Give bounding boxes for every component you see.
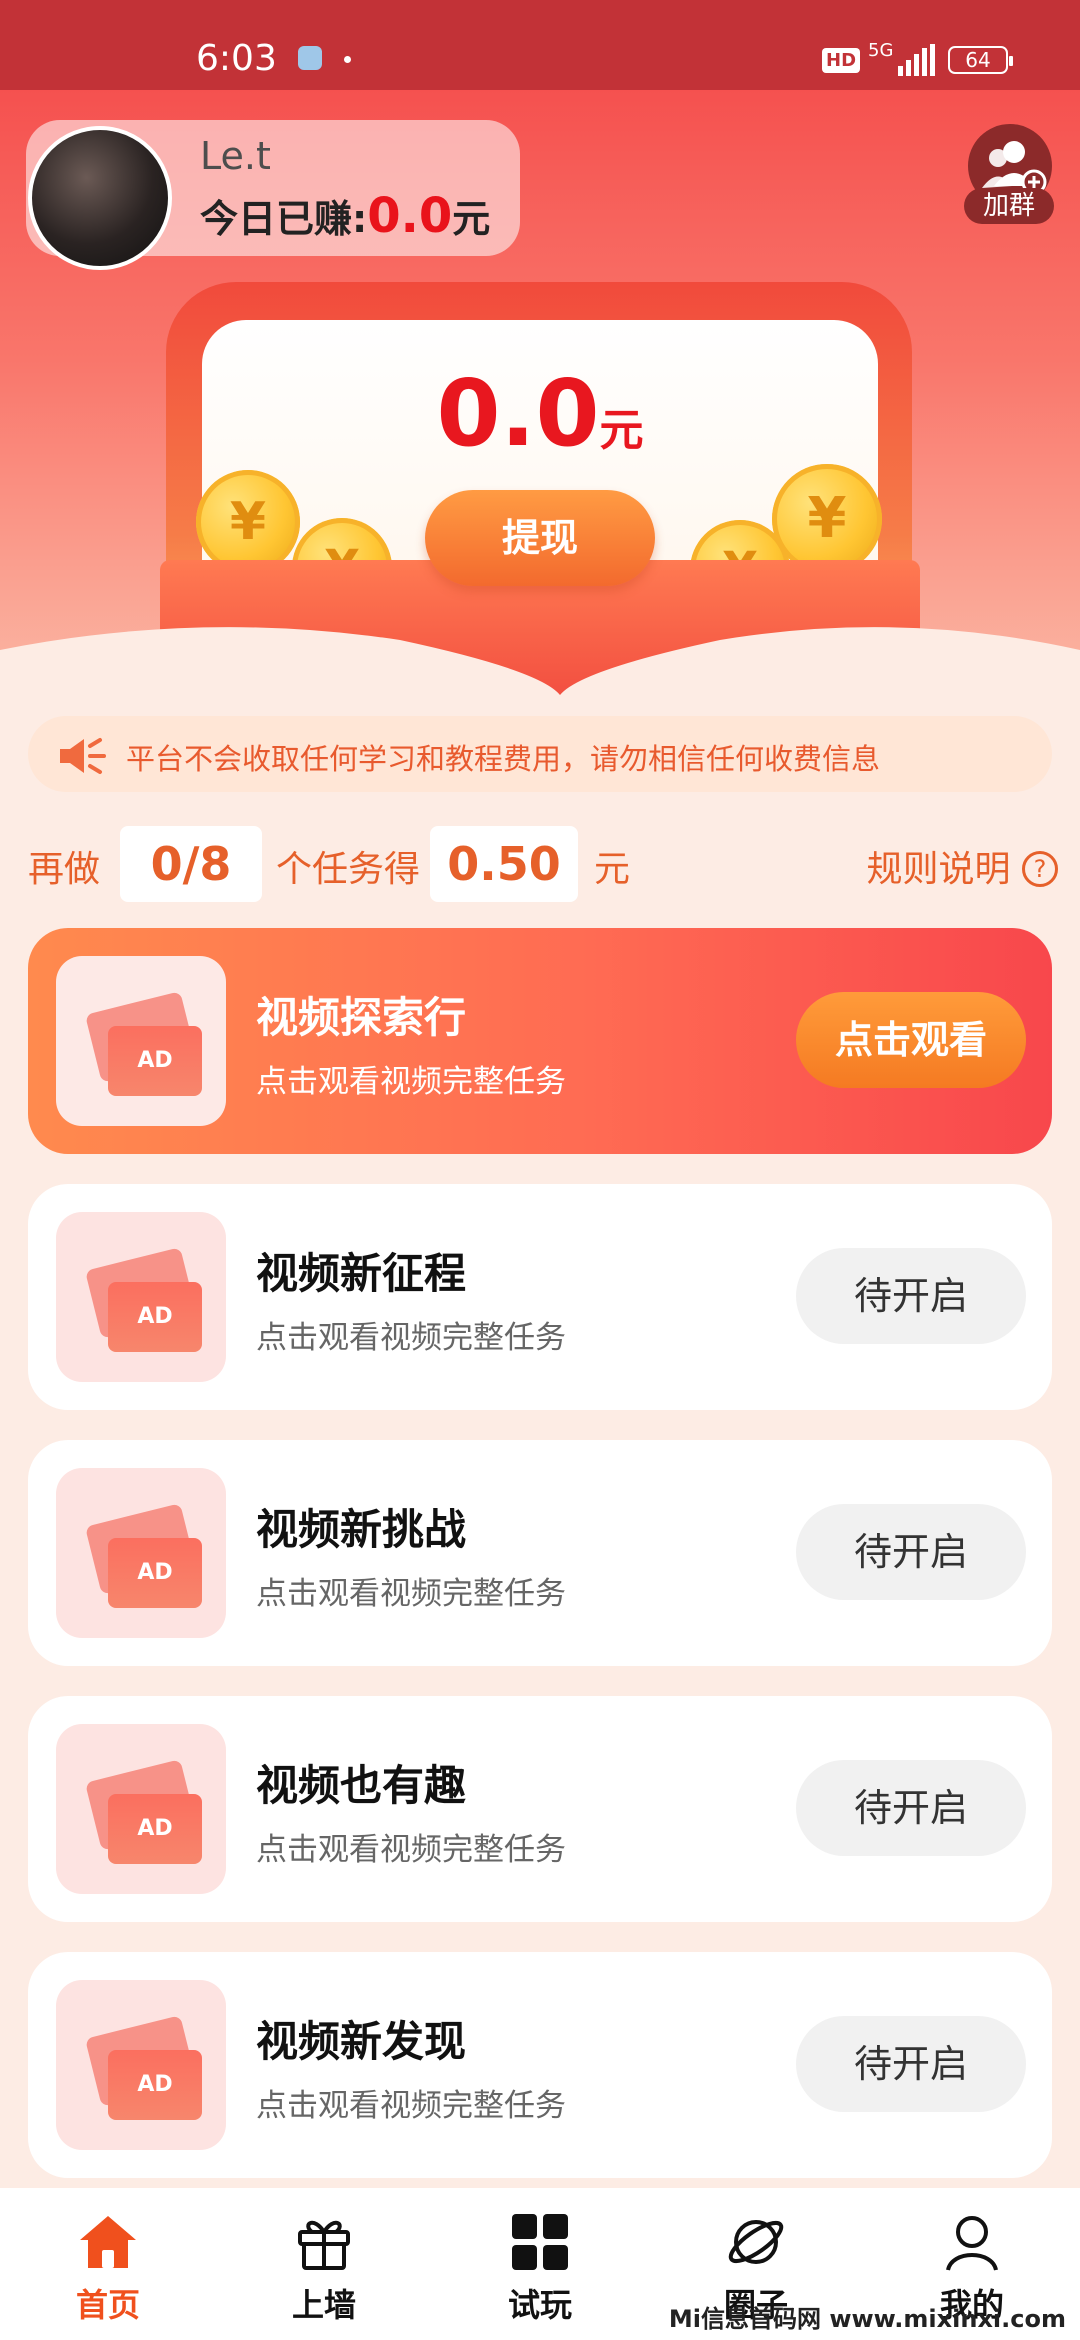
- battery-icon: 64: [948, 46, 1013, 74]
- task-card[interactable]: AD 视频新发现 点击观看视频完整任务 待开启: [28, 1952, 1052, 2178]
- balance-amount: 0.0元: [0, 360, 1080, 467]
- progress-middle: 个任务得: [276, 849, 421, 890]
- tab-label: 试玩: [507, 2286, 572, 2324]
- balance-value: 0.0: [436, 360, 600, 467]
- tab-label: 首页: [75, 2286, 140, 2324]
- task-subtitle: 点击观看视频完整任务: [256, 1832, 566, 1868]
- tab-trial[interactable]: 试玩: [432, 2188, 648, 2340]
- ad-icon: AD: [108, 1794, 202, 1864]
- notification-dot-icon: [344, 56, 351, 63]
- tab-label: 上墙: [291, 2286, 356, 2324]
- join-group-button[interactable]: 加群: [964, 124, 1054, 228]
- task-progress-row: 再做 0/8 个任务得 0.50 元 规则说明 ?: [28, 826, 1058, 902]
- rules-label: 规则说明: [866, 849, 1011, 890]
- task-card[interactable]: AD 视频也有趣 点击观看视频完整任务 待开启: [28, 1696, 1052, 1922]
- task-title: 视频新征程: [256, 1249, 467, 1298]
- ad-thumbnail: AD: [56, 1980, 226, 2150]
- pending-button[interactable]: 待开启: [796, 1248, 1026, 1344]
- network-type: 5G: [868, 40, 894, 61]
- ad-icon: AD: [108, 1538, 202, 1608]
- help-icon: ?: [1022, 851, 1058, 887]
- pending-button[interactable]: 待开启: [796, 1760, 1026, 1856]
- task-card[interactable]: AD 视频探索行 点击观看视频完整任务 点击观看: [28, 928, 1052, 1154]
- notice-text: 平台不会收取任何学习和教程费用，请勿相信任何收费信息: [126, 742, 881, 776]
- ad-icon: AD: [108, 1282, 202, 1352]
- bottom-tab-bar: 首页 上墙 试玩 圈子 我的 Mi信息首码网 www.mixinxi.com: [0, 2188, 1080, 2340]
- tab-home[interactable]: 首页: [0, 2188, 216, 2340]
- progress-reward: 0.50: [430, 826, 578, 902]
- avatar[interactable]: [28, 126, 172, 270]
- today-earned-amount: 0.0: [367, 188, 453, 244]
- username: Le.t: [200, 134, 271, 178]
- task-title: 视频也有趣: [256, 1761, 467, 1810]
- today-earned-label: 今日已赚:: [200, 197, 368, 241]
- home-icon: [78, 2212, 138, 2272]
- ad-thumbnail: AD: [56, 1212, 226, 1382]
- ad-thumbnail: AD: [56, 956, 226, 1126]
- task-card[interactable]: AD 视频新征程 点击观看视频完整任务 待开启: [28, 1184, 1052, 1410]
- pending-button[interactable]: 待开启: [796, 1504, 1026, 1600]
- watch-button[interactable]: 点击观看: [796, 992, 1026, 1088]
- progress-unit: 元: [594, 849, 631, 890]
- ad-icon: AD: [108, 2050, 202, 2120]
- balance-unit: 元: [599, 405, 644, 456]
- ad-icon: AD: [108, 1026, 202, 1096]
- task-card[interactable]: AD 视频新挑战 点击观看视频完整任务 待开启: [28, 1440, 1052, 1666]
- ad-thumbnail: AD: [56, 1468, 226, 1638]
- task-title: 视频探索行: [256, 993, 467, 1042]
- task-title: 视频新挑战: [256, 1505, 467, 1554]
- progress-prefix: 再做: [28, 849, 101, 890]
- status-bar: 6:03 HD 5G 64: [0, 0, 1080, 90]
- coin-icon: ¥: [196, 470, 300, 574]
- today-earned-unit: 元: [452, 197, 491, 241]
- progress-count: 0/8: [120, 826, 262, 902]
- task-subtitle: 点击观看视频完整任务: [256, 1064, 566, 1100]
- rules-link[interactable]: 规则说明 ?: [867, 840, 1058, 892]
- grid-icon: [510, 2212, 570, 2272]
- header-wave: [0, 627, 1080, 730]
- gift-icon: [294, 2212, 354, 2272]
- tab-wall[interactable]: 上墙: [216, 2188, 432, 2340]
- task-subtitle: 点击观看视频完整任务: [256, 1320, 566, 1356]
- ad-thumbnail: AD: [56, 1724, 226, 1894]
- user-icon: [942, 2212, 1002, 2272]
- status-time: 6:03: [196, 38, 277, 79]
- pending-button[interactable]: 待开启: [796, 2016, 1026, 2112]
- planet-icon: [726, 2212, 786, 2272]
- task-title: 视频新发现: [256, 2017, 467, 2066]
- today-earned: 今日已赚:0.0元: [200, 188, 490, 244]
- withdraw-button[interactable]: 提现: [425, 490, 655, 586]
- megaphone-icon: [58, 736, 108, 776]
- signal-icon: [898, 44, 935, 76]
- hd-badge: HD: [822, 48, 861, 73]
- join-group-label: 加群: [964, 188, 1054, 224]
- app-notification-icon: [298, 46, 322, 70]
- task-subtitle: 点击观看视频完整任务: [256, 1576, 566, 1612]
- watermark: Mi信息首码网 www.mixinxi.com: [668, 2305, 1066, 2333]
- task-subtitle: 点击观看视频完整任务: [256, 2088, 566, 2124]
